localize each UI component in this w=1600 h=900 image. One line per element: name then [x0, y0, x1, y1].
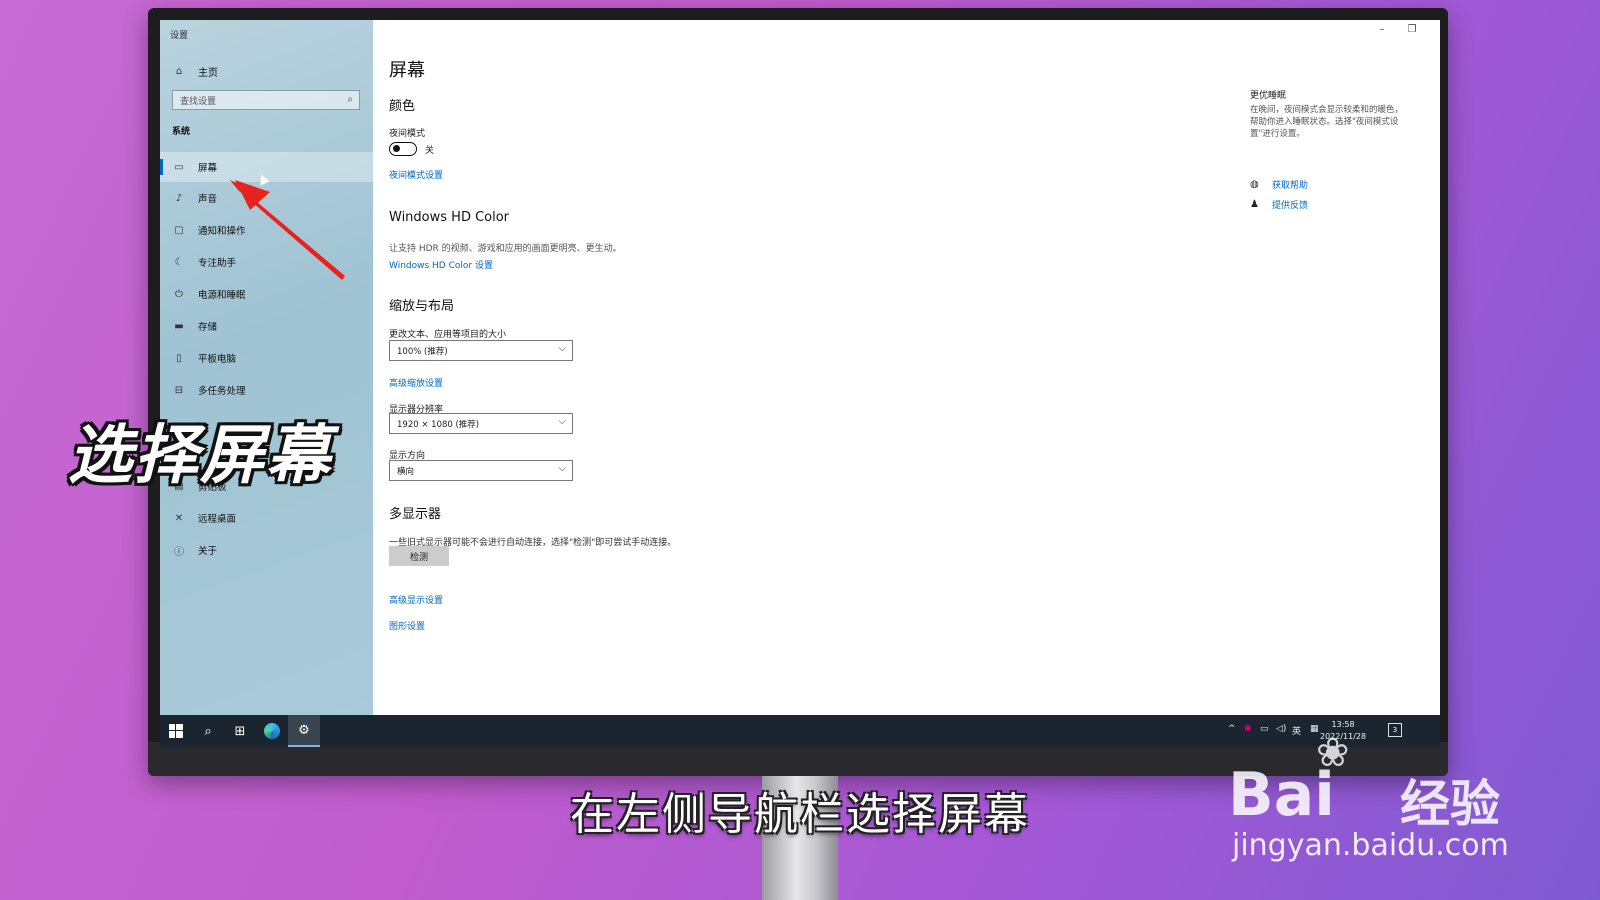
- arrow-head: [235, 180, 270, 210]
- watermark-logo-text: Bai: [1228, 760, 1335, 830]
- overlay-caption: 选择屏幕: [68, 419, 332, 493]
- watermark-logo-jingyan: 经验: [1400, 775, 1500, 833]
- watermark-url: jingyan.baidu.com: [1232, 828, 1509, 863]
